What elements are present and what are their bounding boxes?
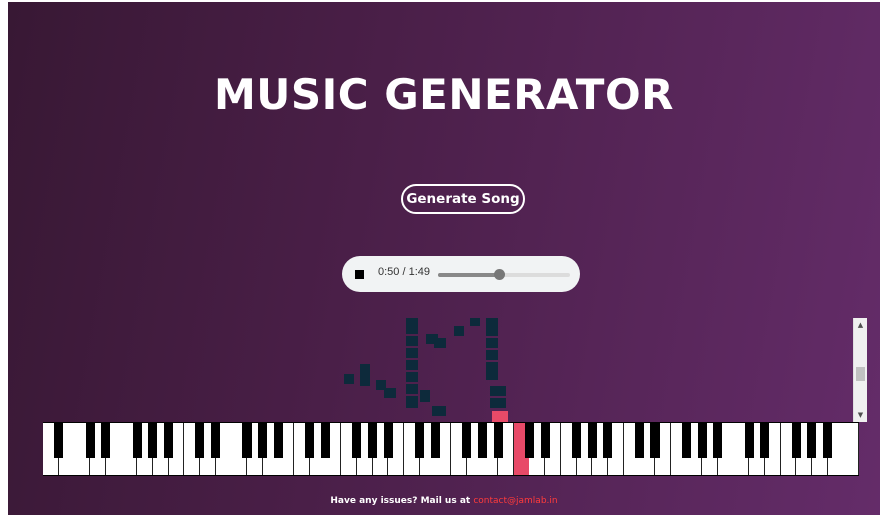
note-block: [384, 388, 396, 398]
app-background: MUSIC GENERATOR Generate Song 0:50 / 1:4…: [8, 2, 880, 515]
piano-black-key[interactable]: [383, 423, 393, 458]
piano-black-key[interactable]: [713, 423, 723, 458]
piano-black-key[interactable]: [760, 423, 770, 458]
piano-black-key[interactable]: [477, 423, 487, 458]
note-block: [360, 372, 370, 386]
note-block: [432, 406, 446, 416]
note-block: [406, 324, 418, 334]
piano-black-key[interactable]: [430, 423, 440, 458]
piano-keyboard: [43, 422, 860, 476]
piano-black-key[interactable]: [132, 423, 142, 458]
note-block: [486, 326, 498, 336]
piano-black-key[interactable]: [571, 423, 582, 458]
note-block: [344, 374, 354, 384]
piano-black-key[interactable]: [148, 423, 158, 458]
piano-black-key[interactable]: [603, 423, 613, 458]
piano-black-key[interactable]: [242, 423, 252, 458]
piano-black-key[interactable]: [587, 423, 597, 458]
piano-black-key[interactable]: [352, 423, 362, 458]
scroll-up-arrow-icon[interactable]: ▲: [854, 319, 867, 331]
note-block: [470, 318, 480, 326]
piano-black-key[interactable]: [163, 423, 174, 458]
note-block: [490, 398, 506, 408]
scroll-down-arrow-icon[interactable]: ▼: [854, 409, 867, 421]
note-block: [486, 318, 498, 326]
piano-black-key[interactable]: [85, 423, 95, 458]
piano-black-key[interactable]: [320, 423, 330, 458]
note-block: [454, 326, 464, 336]
piano-black-key[interactable]: [305, 423, 315, 458]
piano-black-key[interactable]: [273, 423, 283, 458]
note-block: [360, 364, 370, 372]
contact-email-link[interactable]: contact@jamlab.in: [473, 496, 557, 506]
note-block: [406, 336, 418, 346]
piano-black-key[interactable]: [791, 423, 801, 458]
footer: Have any issues? Mail us at contact@jaml…: [8, 496, 880, 506]
piano-black-key[interactable]: [415, 423, 425, 458]
piano-black-key[interactable]: [493, 423, 503, 458]
piano-black-key[interactable]: [367, 423, 378, 458]
piano-black-key[interactable]: [101, 423, 111, 458]
note-block: [406, 384, 418, 394]
piano-black-key[interactable]: [462, 423, 472, 458]
piano-black-key[interactable]: [634, 423, 644, 458]
note-block: [490, 386, 506, 396]
active-note-block: [492, 411, 508, 422]
piano-black-key[interactable]: [54, 423, 64, 458]
piano-black-key[interactable]: [540, 423, 550, 458]
note-block: [486, 372, 498, 380]
note-block: [406, 396, 418, 408]
scrollbar-thumb[interactable]: [856, 367, 865, 381]
note-block: [406, 360, 418, 370]
piano-black-key[interactable]: [681, 423, 691, 458]
roll-scrollbar[interactable]: ▲ ▼: [853, 318, 867, 422]
piano-black-key[interactable]: [744, 423, 754, 458]
note-block: [434, 338, 446, 348]
note-block: [420, 390, 430, 402]
piano-black-key[interactable]: [524, 423, 534, 458]
piano-black-key[interactable]: [697, 423, 707, 458]
piano-black-key[interactable]: [807, 423, 817, 458]
piano-black-key[interactable]: [211, 423, 221, 458]
note-block: [486, 350, 498, 360]
footer-text: Have any issues? Mail us at: [330, 496, 471, 506]
piano-black-key[interactable]: [195, 423, 205, 458]
note-block: [486, 338, 498, 348]
piano-black-key[interactable]: [258, 423, 268, 458]
note-block: [486, 362, 498, 372]
piano-black-key[interactable]: [650, 423, 660, 458]
piano-black-key[interactable]: [823, 423, 833, 458]
note-block: [406, 348, 418, 358]
note-block: [406, 372, 418, 382]
piano-white-key[interactable]: [843, 423, 860, 475]
